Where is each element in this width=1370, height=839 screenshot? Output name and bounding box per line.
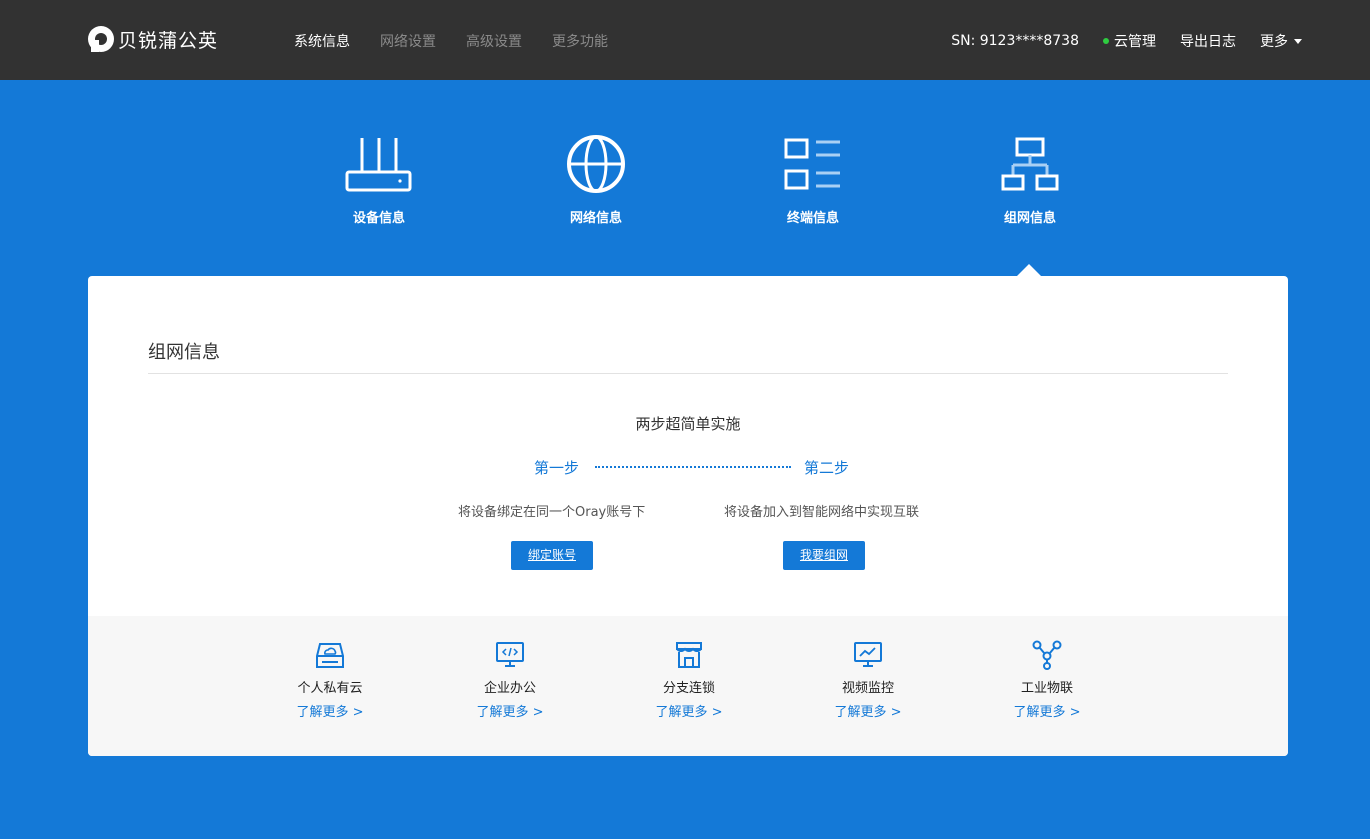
nav-network-settings[interactable]: 网络设置 <box>380 31 436 51</box>
feature-name: 工业物联 <box>1020 681 1073 696</box>
feature-name: 分支连锁 <box>662 681 715 696</box>
brand-logo-icon <box>88 26 114 52</box>
feature-name: 视频监控 <box>841 681 894 696</box>
cloud-management-link[interactable]: 云管理 <box>1103 31 1156 51</box>
office-monitor-icon <box>496 642 524 667</box>
cloud-management-label: 云管理 <box>1114 34 1156 50</box>
private-cloud-icon <box>316 643 344 668</box>
learn-more-link[interactable]: 了解更多 > <box>270 701 390 720</box>
top-bar: 贝锐蒲公英 系统信息 网络设置 高级设置 更多功能 SN: 9123****87… <box>0 0 1370 80</box>
feature-private-cloud: 个人私有云 了解更多 > <box>270 640 390 720</box>
step-two-description: 将设备加入到智能网络中实现互联 <box>724 505 920 520</box>
feature-industrial-iot: 工业物联 了解更多 > <box>987 640 1107 720</box>
terminal-list-icon <box>784 138 840 190</box>
group-network-panel: 组网信息 两步超简单实施 第一步 第二步 将设备绑定在同一个Oray账号下 将设… <box>88 276 1288 756</box>
category-device-info[interactable]: 设备信息 <box>319 133 439 226</box>
learn-more-link[interactable]: 了解更多 > <box>629 701 749 720</box>
learn-more-link[interactable]: 了解更多 > <box>987 701 1107 720</box>
category-label-terminal: 终端信息 <box>786 211 839 226</box>
feature-name: 企业办公 <box>483 681 536 696</box>
nav-system-info[interactable]: 系统信息 <box>294 31 350 51</box>
step-one-label: 第一步 <box>534 459 580 477</box>
more-menu[interactable]: 更多 <box>1260 31 1302 51</box>
feature-name: 个人私有云 <box>297 681 363 696</box>
feature-office: 企业办公 了解更多 > <box>450 640 570 720</box>
more-menu-label: 更多 <box>1260 34 1288 50</box>
selected-tab-pointer <box>1017 264 1041 276</box>
video-monitor-icon <box>854 642 882 667</box>
panel-title: 组网信息 <box>148 342 220 363</box>
join-network-button[interactable]: 我要组网 <box>783 541 865 570</box>
step-one-description: 将设备绑定在同一个Oray账号下 <box>458 505 646 520</box>
globe-icon <box>567 135 625 193</box>
network-topology-icon <box>1001 137 1059 191</box>
use-case-features: 个人私有云 了解更多 > 企业办公 了解更多 > 分支连锁 了解更多 > 视频监… <box>88 616 1288 756</box>
caret-down-icon <box>1294 38 1302 44</box>
category-group-network-info[interactable]: 组网信息 <box>970 133 1090 226</box>
top-right-tools: SN: 9123****8738 云管理 导出日志 更多 <box>951 31 1302 51</box>
learn-more-link[interactable]: 了解更多 > <box>808 701 928 720</box>
learn-more-link[interactable]: 了解更多 > <box>450 701 570 720</box>
category-terminal-info[interactable]: 终端信息 <box>753 133 873 226</box>
step-connector-line <box>595 466 791 468</box>
iot-icon <box>1032 640 1062 670</box>
category-label-device: 设备信息 <box>352 211 405 226</box>
panel-divider <box>148 373 1228 374</box>
main-nav: 系统信息 网络设置 高级设置 更多功能 <box>294 31 608 51</box>
step-two-label: 第二步 <box>804 459 850 477</box>
steps-heading: 两步超简单实施 <box>635 415 741 433</box>
feature-video-monitoring: 视频监控 了解更多 > <box>808 640 928 720</box>
category-label-group-network: 组网信息 <box>1003 211 1056 226</box>
export-log-link[interactable]: 导出日志 <box>1180 31 1236 51</box>
router-icon <box>345 138 412 192</box>
serial-number: SN: 9123****8738 <box>951 33 1079 49</box>
feature-branch-chain: 分支连锁 了解更多 > <box>629 640 749 720</box>
category-label-network: 网络信息 <box>569 211 622 226</box>
store-icon <box>676 642 702 668</box>
online-status-dot <box>1103 38 1109 44</box>
brand-logo[interactable]: 贝锐蒲公英 <box>88 25 218 53</box>
nav-advanced-settings[interactable]: 高级设置 <box>466 31 522 51</box>
nav-more-features[interactable]: 更多功能 <box>552 31 608 51</box>
bind-account-button[interactable]: 绑定账号 <box>511 541 593 570</box>
brand-name: 贝锐蒲公英 <box>118 29 219 52</box>
category-network-info[interactable]: 网络信息 <box>536 133 656 226</box>
